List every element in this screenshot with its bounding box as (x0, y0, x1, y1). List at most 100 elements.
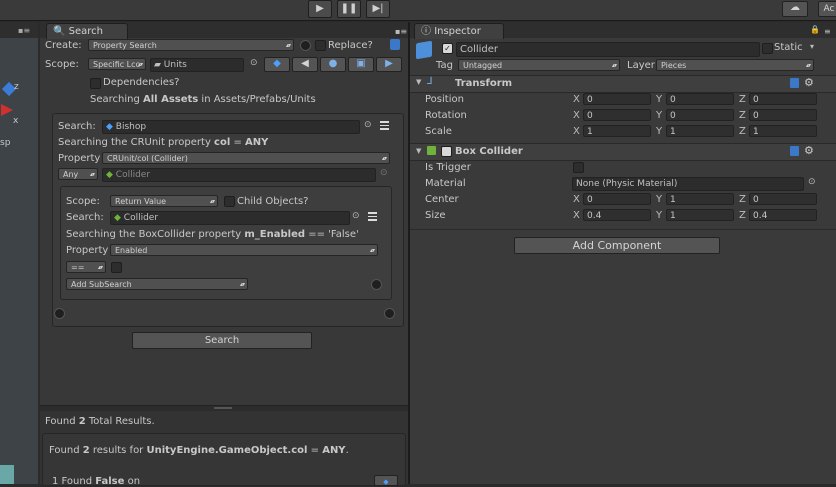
inner-value-checkbox[interactable] (111, 262, 122, 273)
center-z-field[interactable]: 0 (749, 193, 817, 205)
object-name-field[interactable]: Collider (456, 42, 760, 57)
searching-mid: in (198, 94, 214, 105)
material-picker-icon[interactable]: ⊙ (808, 177, 816, 187)
scope-asset-field[interactable]: ▰ Units (150, 58, 244, 72)
rotation-x-field[interactable]: 0 (583, 109, 651, 121)
static-dropdown-icon[interactable]: ▾ (810, 42, 814, 51)
active-checkbox[interactable]: ✓ (442, 43, 453, 54)
create-dropdown[interactable]: Property Search (88, 39, 294, 51)
position-z-field[interactable]: 0 (749, 93, 817, 105)
static-checkbox[interactable] (762, 43, 773, 54)
scale-x-axis-label[interactable]: X (573, 126, 580, 137)
transform-gear-icon[interactable]: ⚙ (804, 76, 814, 89)
tab-search[interactable]: 🔍 Search (46, 23, 128, 39)
result-select-button[interactable]: ◆ (374, 475, 398, 486)
cloud-button[interactable]: ☁ (782, 1, 808, 17)
rotation-y-axis-label[interactable]: Y (656, 110, 662, 121)
tab-inspector[interactable]: ⓘ Inspector (414, 23, 504, 39)
tag-dropdown[interactable]: Untagged (458, 59, 620, 71)
step-button[interactable]: ▶| (366, 0, 390, 18)
transform-help-icon[interactable] (790, 78, 799, 88)
scope-script-button[interactable]: ▶ (376, 57, 402, 72)
scale-x-field[interactable]: 1 (583, 125, 651, 137)
size-y-field[interactable]: 1 (666, 209, 734, 221)
scope-prefab-button[interactable]: ◆ (264, 57, 290, 72)
center-y-field[interactable]: 1 (666, 193, 734, 205)
inner-search-field[interactable]: ◆ Collider (110, 211, 350, 225)
outer-property-dropdown[interactable]: CRUnit/col (Collider) (102, 152, 390, 164)
box-collider-foldout-icon[interactable]: ▼ (416, 147, 421, 155)
gizmo-z-label: z (14, 82, 19, 92)
size-x-field[interactable]: 0.4 (583, 209, 651, 221)
rotation-z-field[interactable]: 0 (749, 109, 817, 121)
rotation-x-axis-label[interactable]: X (573, 110, 580, 121)
center-x-axis-label[interactable]: X (573, 194, 580, 205)
outer-search-picker-icon[interactable]: ⊙ (364, 120, 372, 130)
scale-y-field[interactable]: 1 (666, 125, 734, 137)
dependencies-checkbox[interactable] (90, 78, 101, 89)
position-x-axis-label[interactable]: X (573, 94, 580, 105)
outer-add-button[interactable] (54, 308, 65, 319)
transform-foldout-icon[interactable]: ▼ (416, 78, 421, 86)
pause-button[interactable]: ❚❚ (337, 0, 361, 18)
box-collider-help-icon[interactable] (790, 146, 799, 156)
create-circle-button[interactable] (300, 40, 311, 51)
size-x-axis-label[interactable]: X (573, 210, 580, 221)
scope-material-button[interactable]: ● (320, 57, 346, 72)
play-button[interactable]: ▶ (308, 0, 332, 18)
scope-dropdown[interactable]: Specific Lcc (88, 58, 146, 70)
center-y-axis-label[interactable]: Y (656, 194, 662, 205)
is-trigger-checkbox[interactable] (573, 162, 584, 173)
size-z-axis-label[interactable]: Z (739, 210, 746, 221)
rotation-label: Rotation (425, 110, 467, 121)
center-x-field[interactable]: 0 (583, 193, 651, 205)
size-z-field[interactable]: 0.4 (749, 209, 817, 221)
search-button[interactable]: Search (132, 332, 312, 349)
outer-any-dropdown[interactable]: Any (58, 168, 98, 180)
inspector-tab-label: Inspector (434, 26, 481, 37)
inner-scope-dropdown[interactable]: Return Value (110, 195, 218, 207)
scale-z-axis-label[interactable]: Z (739, 126, 746, 137)
size-y-axis-label[interactable]: Y (656, 210, 662, 221)
inner-search-menu-icon[interactable] (368, 212, 377, 221)
help-book-icon[interactable] (390, 39, 400, 50)
inner-remove-button[interactable] (371, 279, 382, 290)
box-collider-enabled-checkbox[interactable] (441, 146, 452, 157)
outer-search-menu-icon[interactable] (380, 121, 389, 130)
replace-checkbox[interactable] (315, 40, 326, 51)
scope-picker-icon[interactable]: ⊙ (250, 58, 258, 68)
outer-search-field[interactable]: ◆ Bishop (102, 120, 360, 134)
rotation-z-axis-label[interactable]: Z (739, 110, 746, 121)
inner-operator-dropdown[interactable]: == (66, 261, 106, 273)
scale-z-field[interactable]: 1 (749, 125, 817, 137)
inner-search-value: Collider (123, 213, 159, 223)
add-component-button[interactable]: Add Component (514, 237, 720, 254)
scale-y-axis-label[interactable]: Y (656, 126, 662, 137)
splitter-grip[interactable] (214, 407, 232, 409)
position-y-axis-label[interactable]: Y (656, 94, 662, 105)
collider-icon: ◆ (106, 170, 113, 180)
gizmo-x-axis[interactable] (1, 104, 13, 116)
scope-texture-button[interactable]: ▣ (348, 57, 374, 72)
scene-menu-icon[interactable]: ▪≡ (18, 26, 30, 35)
inspector-lock-icon[interactable]: 🔒 (810, 25, 820, 34)
inspector-menu-icon[interactable]: ≡ (824, 27, 831, 36)
account-button[interactable]: Ac (818, 1, 836, 17)
child-objects-checkbox[interactable] (224, 196, 235, 207)
add-subsearch-dropdown[interactable]: Add SubSearch (66, 278, 248, 290)
position-y-field[interactable]: 0 (666, 93, 734, 105)
outer-remove-button[interactable] (384, 308, 395, 319)
center-z-axis-label[interactable]: Z (739, 194, 746, 205)
box-collider-gear-icon[interactable]: ⚙ (804, 144, 814, 157)
inner-property-dropdown[interactable]: Enabled (110, 244, 378, 256)
result-row[interactable]: 1 Found False on (52, 476, 140, 487)
rotation-y-field[interactable]: 0 (666, 109, 734, 121)
position-x-field[interactable]: 0 (583, 93, 651, 105)
layer-dropdown[interactable]: Pieces (656, 59, 814, 71)
inner-search-picker-icon[interactable]: ⊙ (352, 211, 360, 221)
scope-audio-button[interactable]: ◀ (292, 57, 318, 72)
material-field[interactable]: None (Physic Material) (572, 177, 804, 191)
position-z-axis-label[interactable]: Z (739, 94, 746, 105)
box-collider-icon: ◆ (114, 213, 121, 223)
search-panel-menu-icon[interactable]: ▪≡ (395, 27, 407, 36)
